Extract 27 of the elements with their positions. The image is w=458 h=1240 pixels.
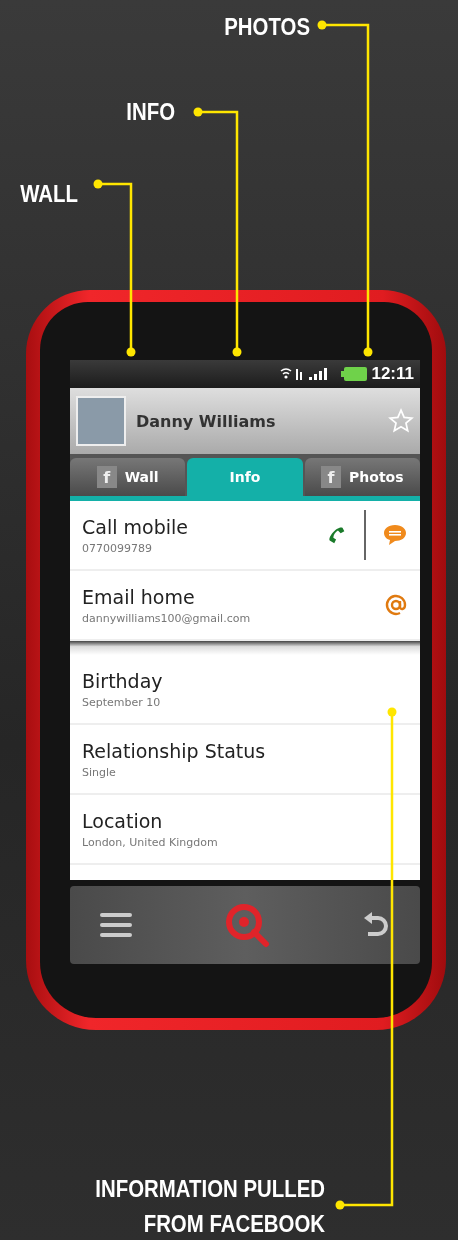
row-value: dannywilliams100@gmail.com — [82, 611, 252, 625]
callout-label: WALL — [19, 179, 78, 209]
row-value: September 10 — [82, 695, 162, 709]
row-value: Single — [82, 765, 117, 779]
action-row[interactable]: Call mobile 0770099789 — [70, 501, 420, 571]
status-time: 12:11 — [371, 364, 414, 384]
row-title: Email home — [82, 585, 196, 608]
menu-icon[interactable] — [100, 912, 132, 938]
row-value: London, United Kingdom — [82, 835, 219, 849]
tab[interactable]: f Wall — [70, 458, 186, 496]
callout-label: PHOTOS — [223, 12, 310, 42]
row-title: Birthday — [82, 669, 164, 692]
tab[interactable]: f Photos — [304, 458, 420, 496]
contact-name: Danny Williams — [136, 411, 277, 431]
battery-icon — [341, 367, 368, 381]
callout-label: INFO — [125, 97, 175, 127]
row-title: Call mobile — [82, 515, 189, 538]
row-value: 0770099789 — [82, 541, 153, 555]
star-icon[interactable] — [388, 408, 414, 434]
f-badge: f — [96, 466, 117, 488]
at-sign-icon[interactable] — [384, 593, 408, 617]
callout-label: INFORMATION PULLED FROM FACEBOOK — [94, 1174, 325, 1239]
message-icon[interactable] — [382, 523, 408, 547]
row-title: Location — [82, 809, 164, 832]
row-title: Relationship Status — [82, 739, 267, 762]
avatar-placeholder — [76, 396, 126, 446]
f-badge: f — [321, 466, 342, 488]
